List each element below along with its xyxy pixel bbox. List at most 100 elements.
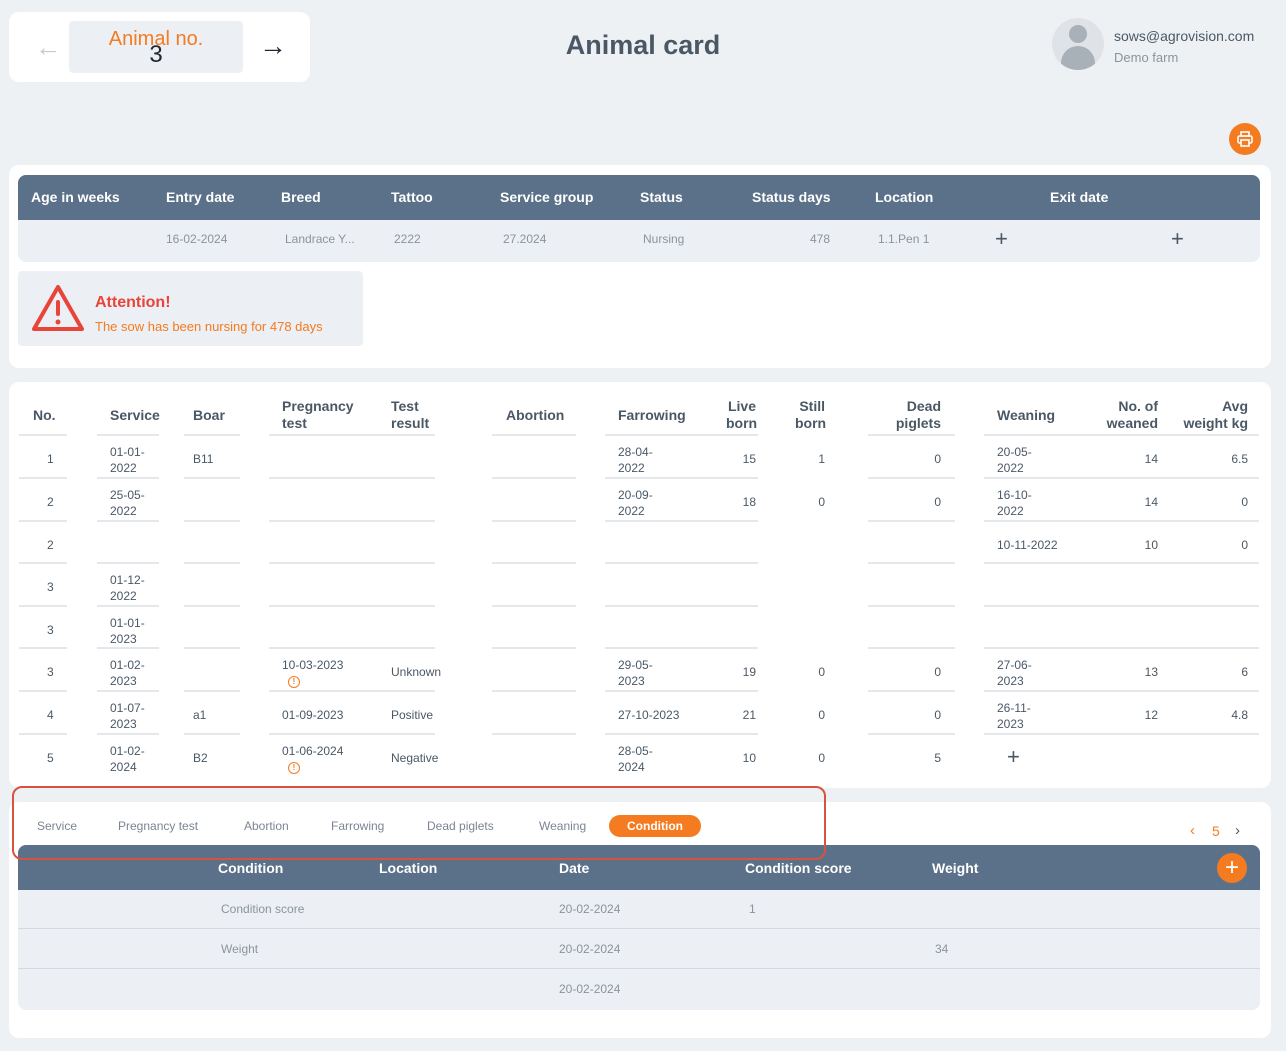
hist-no-cell: 3 <box>47 665 54 679</box>
row-divider <box>605 477 758 479</box>
row-divider <box>868 477 955 479</box>
alert-message: The sow has been nursing for 478 days <box>95 319 323 334</box>
row-divider <box>184 690 240 692</box>
hist-boar-cell: B2 <box>193 751 208 765</box>
hist-col-still-born-line2: born <box>795 415 827 431</box>
hist-no-cell: 2 <box>47 538 54 552</box>
cond-weight-cell: 34 <box>935 942 949 956</box>
hist-dead-piglets-cell: 0 <box>934 708 941 722</box>
row-divider <box>97 733 159 735</box>
breed-value[interactable]: Landrace Y... <box>285 232 355 246</box>
entry-date-value[interactable]: 16-02-2024 <box>166 232 227 246</box>
row-divider <box>269 690 435 692</box>
hist-dead-piglets-cell: 0 <box>934 452 941 466</box>
hist-col-pregnancy-test-line1: Pregnancy <box>282 398 354 414</box>
cond-date-cell: 20-02-2024 <box>559 942 621 956</box>
alert-title: Attention! <box>95 294 171 311</box>
hist-dead-piglets-cell: 0 <box>934 665 941 679</box>
hist-weaning-cell-year: 2023 <box>997 717 1024 731</box>
status-days-value: 478 <box>810 232 831 246</box>
warning-circle-icon[interactable]: ! <box>288 676 300 688</box>
hist-service-cell-year: 2022 <box>110 504 137 518</box>
hist-weaning-cell: 26-11- <box>997 701 1031 715</box>
hist-live-born-cell: 18 <box>742 495 756 509</box>
row-divider <box>868 520 955 522</box>
hist-farrowing-cell: 20-09- <box>618 488 653 502</box>
row-divider <box>605 562 758 564</box>
add-condition-button[interactable]: + <box>1217 853 1247 883</box>
hist-no-weaned-cell: 13 <box>1144 665 1158 679</box>
hist-service-cell: 01-02- <box>110 744 145 758</box>
hist-test-result-cell: Positive <box>391 708 434 722</box>
row-divider <box>492 733 576 735</box>
pager-next-icon[interactable]: › <box>1235 822 1240 839</box>
hist-farrowing-cell: 28-04- <box>618 445 653 459</box>
hist-service-cell: 01-12- <box>110 573 145 587</box>
table-row[interactable]: Condition score 20-02-2024 1 <box>18 890 1260 929</box>
table-row[interactable]: 20-02-2024 <box>18 970 1260 1009</box>
row-divider <box>605 605 758 607</box>
hist-still-born-cell: 0 <box>818 751 825 765</box>
hist-col-no-weaned: No. of weaned <box>1094 398 1158 432</box>
hist-col-service: Service <box>110 407 160 423</box>
row-divider <box>19 690 67 692</box>
cond-col-condition-score: Condition score <box>745 860 852 876</box>
hist-live-born-cell: 10 <box>742 751 756 765</box>
hist-col-dead-piglets: Dead piglets <box>881 398 941 432</box>
row-divider <box>269 647 435 649</box>
col-entry-date: Entry date <box>166 189 235 205</box>
hist-weaning-cell: 16-10- <box>997 488 1032 502</box>
hist-col-no-weaned-line2: weaned <box>1106 415 1158 431</box>
tattoo-value[interactable]: 2222 <box>394 232 421 246</box>
hist-farrowing-cell-year: 2022 <box>618 504 645 518</box>
attention-alert: Attention! The sow has been nursing for … <box>18 271 363 346</box>
hist-service-cell-year: 2023 <box>110 674 137 688</box>
cond-date-cell: 20-02-2024 <box>559 982 621 996</box>
hist-service-cell: 01-01- <box>110 445 145 459</box>
col-service-group: Service group <box>500 189 594 205</box>
warning-circle-icon[interactable]: ! <box>288 762 300 774</box>
hist-col-pregnancy-test: Pregnancy test <box>282 398 354 432</box>
service-group-value[interactable]: 27.2024 <box>503 232 546 246</box>
col-exit-date: Exit date <box>1050 189 1109 205</box>
row-divider <box>492 690 576 692</box>
row-divider <box>984 647 1259 649</box>
row-divider <box>97 477 159 479</box>
row-divider <box>19 520 67 522</box>
location-value[interactable]: 1.1.Pen 1 <box>878 232 929 246</box>
cond-col-location: Location <box>379 860 438 876</box>
col-tattoo: Tattoo <box>391 189 433 205</box>
print-button[interactable] <box>1229 123 1261 155</box>
row-divider <box>269 562 435 564</box>
row-divider <box>97 434 159 436</box>
hist-farrowing-cell: 27-10-2023 <box>618 708 680 722</box>
user-farm: Demo farm <box>1114 50 1179 65</box>
hist-weaning-cell: 10-11-2022 <box>997 538 1058 552</box>
row-divider <box>184 562 240 564</box>
row-divider <box>269 605 435 607</box>
row-divider <box>184 733 240 735</box>
animal-info-card: Age in weeks Entry date Breed Tattoo Ser… <box>9 165 1271 368</box>
hist-farrowing-cell: 28-05- <box>618 744 653 758</box>
pager-prev-icon[interactable]: ‹ <box>1190 822 1195 839</box>
avatar-body <box>1061 46 1095 70</box>
tabs-highlight-box <box>12 786 826 860</box>
hist-farrowing-cell-year: 2022 <box>618 461 645 475</box>
hist-no-weaned-cell: 10 <box>1144 538 1158 552</box>
avatar[interactable] <box>1052 18 1104 70</box>
hist-test-result-cell: Unknown <box>391 665 442 679</box>
add-weaning-plus-icon[interactable]: + <box>1007 746 1020 768</box>
table-row[interactable]: Weight 20-02-2024 34 <box>18 930 1260 969</box>
add-exit-date-plus-icon[interactable]: + <box>1171 226 1184 252</box>
hist-col-avg-weight: Avg weight kg <box>1173 398 1248 432</box>
hist-weaning-cell-year: 2022 <box>997 504 1024 518</box>
pager-page-number: 5 <box>1212 823 1220 839</box>
warning-triangle-icon <box>32 285 84 331</box>
hist-no-cell: 4 <box>47 708 54 722</box>
hist-col-still-born: Still born <box>795 398 827 432</box>
add-location-plus-icon[interactable]: + <box>995 226 1008 252</box>
hist-col-no-weaned-line1: No. of <box>1118 398 1158 414</box>
hist-farrowing-cell-year: 2023 <box>618 674 645 688</box>
condition-table: Condition Location Date Condition score … <box>18 845 1260 1010</box>
hist-farrowing-cell: 29-05- <box>618 658 653 672</box>
